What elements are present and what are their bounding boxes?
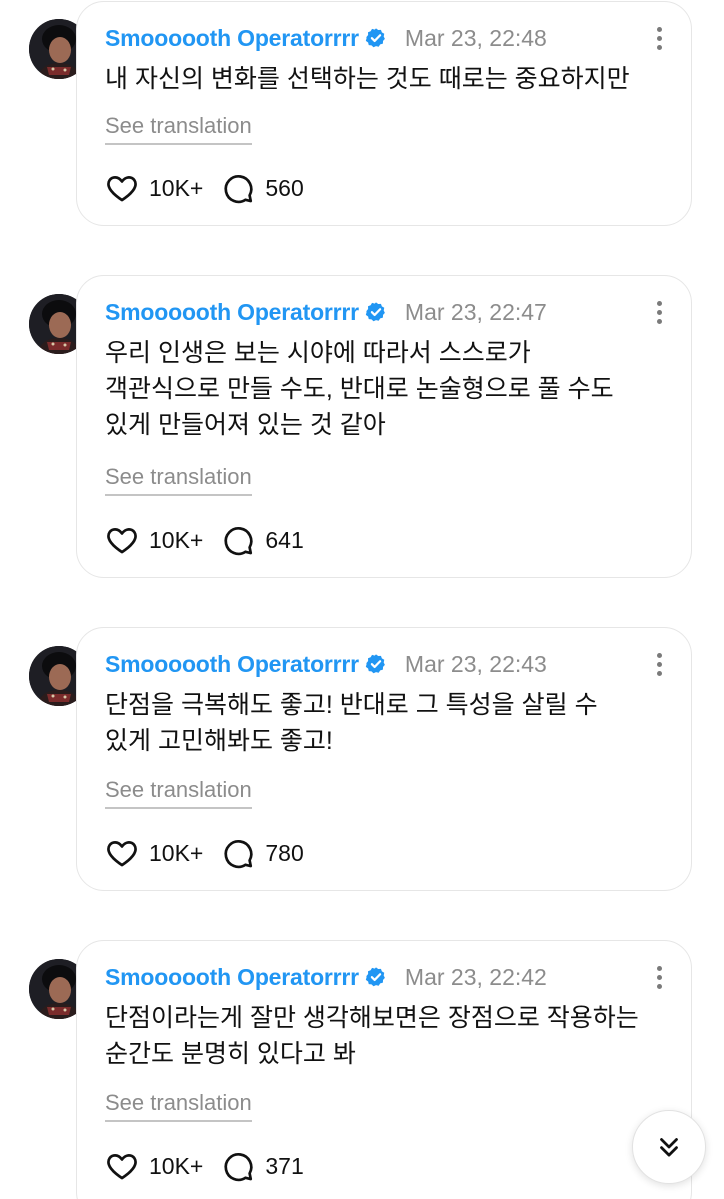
more-options-icon[interactable] (647, 295, 671, 329)
post-header: Smoooooth Operatorrrr Mar 23, 22:43 (105, 644, 671, 684)
verified-badge-icon (365, 967, 385, 987)
post-feed: Smoooooth Operatorrrr Mar 23, 22:48 내 자신… (0, 0, 724, 1199)
heart-icon[interactable] (105, 1149, 139, 1183)
reply-bubble-icon[interactable] (221, 836, 255, 870)
post-card[interactable]: Smoooooth Operatorrrr Mar 23, 22:47 우리 인… (76, 275, 692, 578)
post-text: 내 자신의 변화를 선택하는 것도 때로는 중요하지만 (105, 65, 630, 93)
author-name[interactable]: Smoooooth Operatorrrr (105, 299, 359, 326)
author-name[interactable]: Smoooooth Operatorrrr (105, 651, 359, 678)
see-translation-link[interactable]: See translation (105, 776, 252, 809)
see-translation-link[interactable]: See translation (105, 112, 252, 145)
verified-badge-icon (365, 28, 385, 48)
heart-icon[interactable] (105, 523, 139, 557)
reply-bubble-icon[interactable] (221, 1149, 255, 1183)
more-options-icon[interactable] (647, 647, 671, 681)
like-count: 10K+ (149, 1152, 204, 1179)
verified-badge-icon (365, 302, 385, 322)
post-card[interactable]: Smoooooth Operatorrrr Mar 23, 22:48 내 자신… (76, 1, 692, 226)
post-text: 우리 인생은 보는 시야에 따라서 스스로가 객관식으로 만들 수도, 반대로 … (105, 339, 614, 439)
post-actions: 10K+ 560 (105, 170, 304, 206)
post-timestamp: Mar 23, 22:42 (404, 963, 547, 990)
post-card[interactable]: Smoooooth Operatorrrr Mar 23, 22:43 단점을 … (76, 627, 692, 891)
post-actions: 10K+ 371 (105, 1148, 304, 1184)
double-chevron-down-icon (660, 1138, 678, 1157)
reply-bubble-icon[interactable] (221, 171, 255, 205)
reply-count: 641 (265, 526, 304, 553)
post-text: 단점이라는게 잘만 생각해보면은 장점으로 작용하는 순간도 분명히 있다고 봐 (105, 1004, 639, 1068)
reply-count: 560 (265, 174, 304, 201)
post-header: Smoooooth Operatorrrr Mar 23, 22:47 (105, 292, 671, 332)
post-text: 단점을 극복해도 좋고! 반대로 그 특성을 살릴 수 있게 고민해봐도 좋고! (105, 691, 598, 755)
post-timestamp: Mar 23, 22:48 (404, 24, 547, 51)
more-options-icon[interactable] (647, 21, 671, 55)
post-header: Smoooooth Operatorrrr Mar 23, 22:42 (105, 957, 671, 997)
reply-bubble-icon[interactable] (221, 523, 255, 557)
scroll-to-bottom-button[interactable] (632, 1110, 706, 1184)
reply-count: 780 (265, 839, 304, 866)
post-timestamp: Mar 23, 22:47 (404, 298, 547, 325)
post-header: Smoooooth Operatorrrr Mar 23, 22:48 (105, 18, 671, 58)
see-translation-link[interactable]: See translation (105, 463, 252, 496)
author-name[interactable]: Smoooooth Operatorrrr (105, 25, 359, 52)
author-name[interactable]: Smoooooth Operatorrrr (105, 964, 359, 991)
post-actions: 10K+ 641 (105, 522, 304, 558)
like-count: 10K+ (149, 526, 204, 553)
post-actions: 10K+ 780 (105, 835, 304, 871)
heart-icon[interactable] (105, 171, 139, 205)
verified-badge-icon (365, 654, 385, 674)
post-card[interactable]: Smoooooth Operatorrrr Mar 23, 22:42 단점이라… (76, 940, 692, 1199)
like-count: 10K+ (149, 839, 204, 866)
like-count: 10K+ (149, 174, 204, 201)
reply-count: 371 (265, 1152, 304, 1179)
more-options-icon[interactable] (647, 960, 671, 994)
see-translation-link[interactable]: See translation (105, 1089, 252, 1122)
heart-icon[interactable] (105, 836, 139, 870)
post-timestamp: Mar 23, 22:43 (404, 650, 547, 677)
